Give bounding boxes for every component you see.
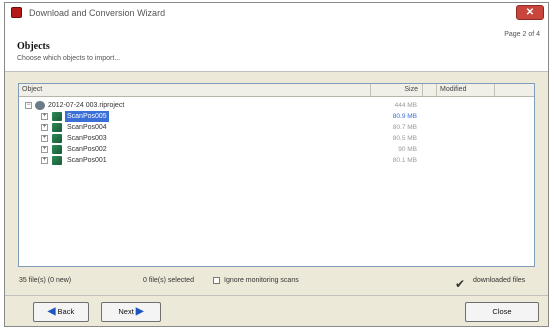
tree-row-scan[interactable]: + ScanPos003 80.5 MB xyxy=(19,133,534,144)
scan-name: ScanPos001 xyxy=(67,157,107,164)
scan-name: ScanPos004 xyxy=(67,124,107,131)
expand-icon[interactable]: + xyxy=(41,157,48,164)
footer-divider xyxy=(5,295,548,296)
expand-icon[interactable]: + xyxy=(41,146,48,153)
collapse-icon[interactable]: − xyxy=(25,102,32,109)
scan-position-icon xyxy=(52,156,62,165)
column-extra xyxy=(495,84,534,96)
column-size[interactable]: Size xyxy=(371,84,423,96)
scan-name: ScanPos005 xyxy=(65,111,109,122)
page-title: Objects xyxy=(17,41,50,52)
expand-icon[interactable]: + xyxy=(41,113,48,120)
scan-position-icon xyxy=(52,134,62,143)
list-header: Object Size Modified xyxy=(19,84,534,97)
ignore-monitoring-label: Ignore monitoring scans xyxy=(224,277,299,284)
scan-size: 80.9 MB xyxy=(392,113,417,120)
wizard-header: Page 2 of 4 Objects Choose which objects… xyxy=(5,23,548,72)
scan-size: 80.7 MB xyxy=(392,124,417,131)
project-icon xyxy=(35,101,45,110)
scan-size: 90 MB xyxy=(398,146,417,153)
window-close-icon[interactable]: ✕ xyxy=(516,5,544,20)
checkmark-icon: ✔ xyxy=(455,277,466,291)
scan-position-icon xyxy=(52,145,62,154)
project-name: 2012-07-24 003.riproject xyxy=(48,102,125,109)
tree-row-scan[interactable]: + ScanPos002 90 MB xyxy=(19,144,534,155)
status-bar: 35 file(s) (0 new) 0 file(s) selected Ig… xyxy=(15,275,538,291)
scan-name: ScanPos003 xyxy=(67,135,107,142)
scan-size: 80.1 MB xyxy=(392,157,417,164)
column-object[interactable]: Object xyxy=(19,84,371,96)
object-list[interactable]: Object Size Modified − 2012-07-24 003.ri… xyxy=(18,83,535,267)
app-icon xyxy=(11,7,22,18)
files-count: 35 file(s) (0 new) xyxy=(19,277,72,284)
tree-row-scan[interactable]: + ScanPos004 80.7 MB xyxy=(19,122,534,133)
column-modified[interactable]: Modified xyxy=(437,84,495,96)
next-button[interactable]: Next ▶ xyxy=(101,302,161,322)
expand-icon[interactable]: + xyxy=(41,124,48,131)
wizard-window: Download and Conversion Wizard ✕ Page 2 … xyxy=(4,2,549,327)
tree-row-project[interactable]: − 2012-07-24 003.riproject 444 MB xyxy=(19,100,534,111)
tree-row-scan[interactable]: + ScanPos001 80.1 MB xyxy=(19,155,534,166)
project-size: 444 MB xyxy=(394,102,417,109)
tree-row-scan[interactable]: + ScanPos005 80.9 MB xyxy=(19,111,534,122)
scan-position-icon xyxy=(52,112,62,121)
scan-size: 80.5 MB xyxy=(392,135,417,142)
expand-icon[interactable]: + xyxy=(41,135,48,142)
column-sort[interactable] xyxy=(423,84,437,96)
back-button-label: Back xyxy=(57,307,75,316)
downloaded-files-label: downloaded files xyxy=(473,277,526,284)
files-selected: 0 file(s) selected xyxy=(143,277,194,284)
back-button[interactable]: ◀ Back xyxy=(33,302,89,322)
page-subtitle: Choose which objects to import... xyxy=(17,55,121,62)
scan-position-icon xyxy=(52,123,62,132)
ignore-monitoring-checkbox[interactable] xyxy=(213,277,220,284)
next-button-label: Next xyxy=(118,307,134,316)
arrow-left-icon: ◀ xyxy=(47,306,56,317)
arrow-right-icon: ▶ xyxy=(135,306,144,317)
close-button[interactable]: Close xyxy=(465,302,539,322)
window-title: Download and Conversion Wizard xyxy=(29,8,166,18)
scan-name: ScanPos002 xyxy=(67,146,107,153)
page-indicator: Page 2 of 4 xyxy=(504,31,540,38)
title-bar: Download and Conversion Wizard ✕ xyxy=(5,3,548,24)
